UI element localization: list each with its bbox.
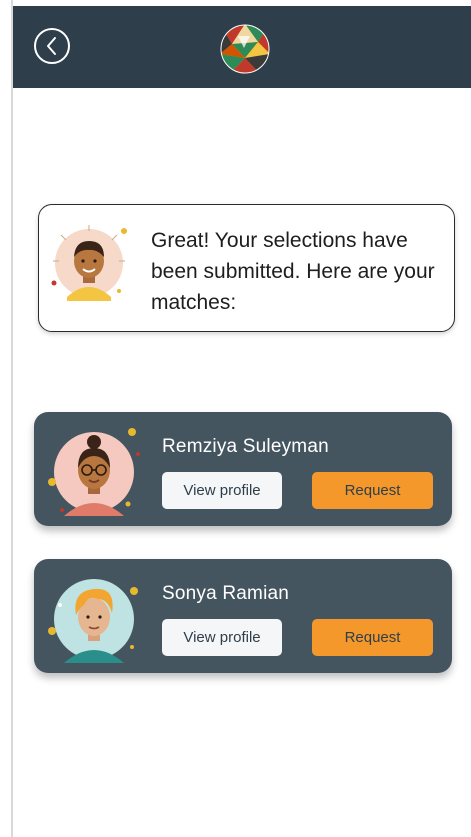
view-profile-button[interactable]: View profile: [162, 472, 282, 509]
match-name: Sonya Ramian: [162, 583, 290, 604]
app-header: [13, 6, 471, 88]
confirmation-message-card: Great! Your selections have been submitt…: [38, 204, 455, 332]
back-button[interactable]: [34, 28, 70, 64]
request-button[interactable]: Request: [312, 472, 433, 509]
match-avatar-sonya: [48, 579, 138, 663]
match-name: Remziya Suleyman: [162, 436, 329, 457]
chevron-left-icon: [47, 37, 56, 55]
match-avatar-remziya: [48, 428, 140, 516]
match-card: Sonya Ramian View profile Request: [34, 559, 452, 673]
screen-frame-edge: [11, 0, 13, 837]
view-profile-button[interactable]: View profile: [162, 619, 282, 656]
match-card: Remziya Suleyman View profile Request: [34, 412, 452, 526]
guide-avatar-icon: [51, 225, 127, 301]
globe-logo-icon: [220, 24, 270, 74]
confirmation-message-text: Great! Your selections have been submitt…: [151, 229, 435, 314]
request-button[interactable]: Request: [312, 619, 433, 656]
